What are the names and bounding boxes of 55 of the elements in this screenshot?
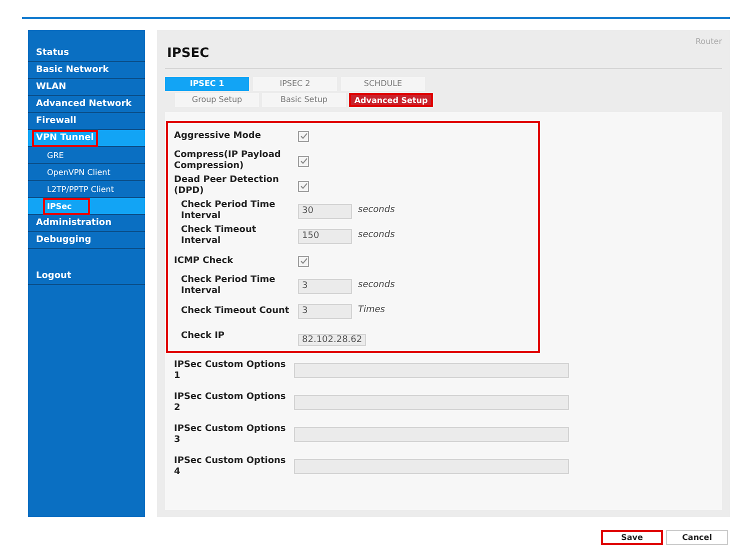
action-button[interactable]: Save bbox=[601, 530, 663, 545]
checkmark-icon bbox=[300, 132, 308, 140]
checkbox[interactable] bbox=[298, 256, 309, 266]
field-label: Dead Peer Detection (DPD) bbox=[174, 175, 280, 197]
sidebar-item[interactable]: OpenVPN Client bbox=[28, 164, 145, 181]
checkmark-icon bbox=[300, 157, 308, 165]
field-label: IPSec Custom Options 4 bbox=[174, 456, 287, 478]
checkmark-icon bbox=[300, 257, 308, 265]
field-label: Check Period Time Interval bbox=[180, 200, 276, 222]
sidebar-item[interactable]: IPSec bbox=[28, 198, 145, 215]
input-field[interactable]: 150 bbox=[298, 228, 352, 244]
input-field[interactable] bbox=[294, 459, 569, 474]
checkmark-icon bbox=[300, 182, 308, 190]
sidebar-item[interactable]: VPN Tunnel bbox=[28, 130, 145, 147]
input-field[interactable] bbox=[294, 395, 569, 410]
field-label: IPSec Custom Options 3 bbox=[174, 424, 287, 446]
field-label: Check Period Time Interval bbox=[180, 275, 276, 297]
input-field[interactable]: 82.102.28.62 bbox=[298, 334, 366, 346]
subtab[interactable]: Group Setup bbox=[175, 92, 259, 106]
field-label: Check IP bbox=[180, 331, 226, 342]
input-field[interactable] bbox=[294, 427, 569, 442]
sidebar-item[interactable]: Debugging bbox=[28, 232, 145, 249]
input-field[interactable]: 30 bbox=[298, 204, 352, 218]
field-label: IPSec Custom Options 1 bbox=[174, 360, 287, 382]
unit-label: Times bbox=[358, 304, 385, 318]
field-label: Compress(IP Payload Compression) bbox=[174, 150, 282, 172]
field-label: ICMP Check bbox=[174, 256, 234, 266]
device-label: Router bbox=[695, 36, 722, 48]
checkbox[interactable] bbox=[298, 180, 309, 192]
sidebar-item[interactable]: WLAN bbox=[28, 79, 145, 96]
sidebar-item[interactable]: Administration bbox=[28, 215, 145, 232]
field-label: IPSec Custom Options 2 bbox=[174, 392, 287, 414]
input-field[interactable]: 3 bbox=[298, 278, 352, 294]
unit-label: seconds bbox=[358, 279, 395, 292]
checkbox[interactable] bbox=[298, 130, 309, 142]
subtab[interactable]: Basic Setup bbox=[262, 92, 346, 106]
field-label: Check Timeout Interval bbox=[180, 225, 258, 247]
unit-label: seconds bbox=[358, 229, 395, 242]
input-field[interactable] bbox=[294, 363, 569, 378]
action-button[interactable]: Cancel bbox=[666, 530, 728, 545]
sidebar-item[interactable]: Basic Network bbox=[28, 62, 145, 79]
subtab[interactable]: Advanced Setup bbox=[349, 92, 433, 106]
checkbox[interactable] bbox=[298, 156, 309, 166]
tab[interactable]: SCHDULE bbox=[341, 76, 425, 90]
sidebar-item[interactable]: Logout bbox=[28, 268, 145, 285]
sidebar-item[interactable]: Advanced Network bbox=[28, 96, 145, 113]
field-label: Aggressive Mode bbox=[174, 130, 262, 142]
tab[interactable]: IPSEC 2 bbox=[253, 76, 337, 90]
field-label: Check Timeout Count bbox=[180, 306, 290, 316]
sidebar-item[interactable]: GRE bbox=[28, 147, 145, 164]
sidebar-item[interactable]: Status bbox=[28, 45, 145, 62]
input-field[interactable]: 3 bbox=[298, 304, 352, 318]
page-title: IPSEC bbox=[166, 45, 210, 63]
tab[interactable]: IPSEC 1 bbox=[165, 76, 249, 90]
unit-label: seconds bbox=[358, 204, 395, 218]
